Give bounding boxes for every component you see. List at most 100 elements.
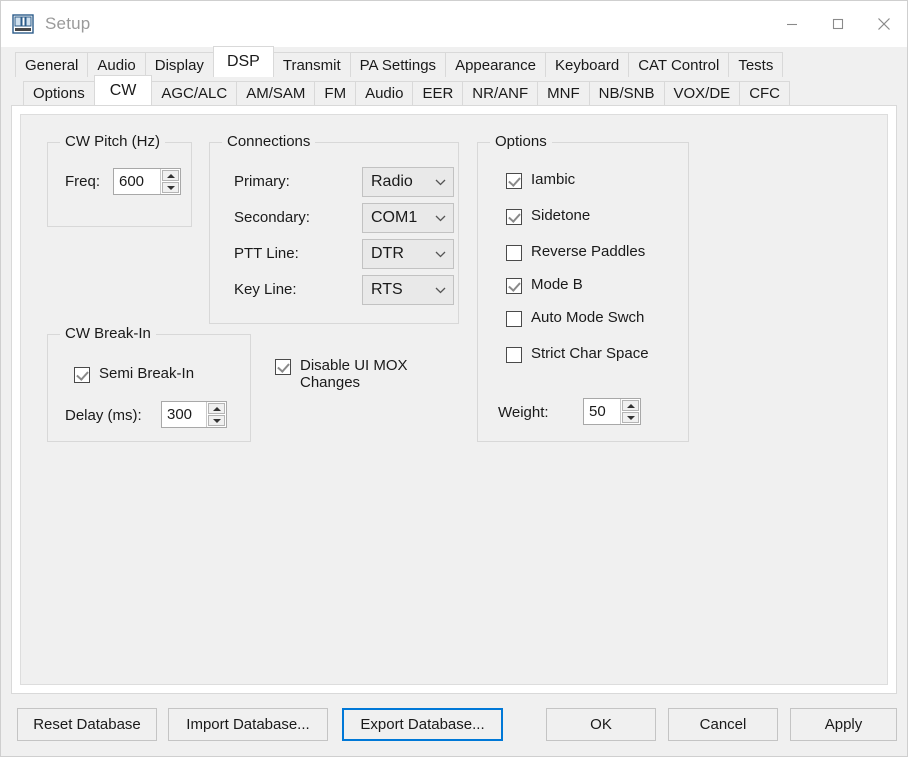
secondary-value: COM1 xyxy=(371,209,418,226)
weight-arrows xyxy=(620,399,640,424)
close-icon[interactable] xyxy=(861,1,907,47)
tab-options[interactable]: Options xyxy=(23,81,95,105)
chevron-down-icon xyxy=(433,215,447,222)
checkbox-strict-char-space-label: Strict Char Space xyxy=(531,345,649,362)
secondary-label: Secondary: xyxy=(234,209,310,226)
tab-audio[interactable]: Audio xyxy=(87,52,146,77)
cw-pitch-group-label: CW Pitch (Hz) xyxy=(60,133,165,150)
title-bar: Setup xyxy=(1,1,907,47)
tab-cw[interactable]: CW xyxy=(93,75,153,105)
connections-group: Connections Primary: Radio Secondary: CO… xyxy=(209,133,459,324)
tab-cat-control[interactable]: CAT Control xyxy=(628,52,730,77)
options-group: Options Iambic Sidetone Reverse Paddles … xyxy=(477,133,689,442)
checkbox-sidetone-box[interactable] xyxy=(506,209,522,225)
spinner-up-icon[interactable] xyxy=(622,400,639,411)
import-database-button[interactable]: Import Database... xyxy=(168,708,328,741)
weight-stepper[interactable]: 50 xyxy=(583,398,641,425)
checkbox-disable-ui-mox[interactable]: Disable UI MOX Changes xyxy=(275,357,408,391)
options-group-label: Options xyxy=(490,133,552,150)
checkbox-auto-mode-swch-box[interactable] xyxy=(506,311,522,327)
setup-dialog-window: Setup General Audio Display DSP Transmit… xyxy=(0,0,908,757)
tab-dsp[interactable]: DSP xyxy=(212,46,274,77)
tab-mnf[interactable]: MNF xyxy=(537,81,590,105)
apply-button[interactable]: Apply xyxy=(790,708,897,741)
checkbox-auto-mode-swch-label: Auto Mode Swch xyxy=(531,309,645,326)
key-line-select[interactable]: RTS xyxy=(362,275,454,305)
maximize-icon[interactable] xyxy=(815,1,861,47)
checkbox-semi-breakin[interactable]: Semi Break-In xyxy=(74,365,194,383)
tab-am-sam[interactable]: AM/SAM xyxy=(236,81,316,105)
checkbox-disable-ui-mox-box[interactable] xyxy=(275,359,291,375)
primary-value: Radio xyxy=(371,173,413,190)
weight-label: Weight: xyxy=(498,404,549,421)
tab-agc-alc[interactable]: AGC/ALC xyxy=(151,81,238,105)
cancel-button[interactable]: Cancel xyxy=(668,708,778,741)
ok-button[interactable]: OK xyxy=(546,708,656,741)
spinner-down-icon[interactable] xyxy=(162,182,179,193)
checkbox-sidetone[interactable]: Sidetone xyxy=(506,207,590,225)
checkbox-reverse-paddles[interactable]: Reverse Paddles xyxy=(506,243,645,261)
weight-value[interactable]: 50 xyxy=(584,399,620,424)
checkbox-iambic[interactable]: Iambic xyxy=(506,171,575,189)
checkbox-iambic-label: Iambic xyxy=(531,171,576,188)
delay-label: Delay (ms): xyxy=(65,407,142,424)
checkbox-strict-char-space[interactable]: Strict Char Space xyxy=(506,345,649,363)
tab-display[interactable]: Display xyxy=(144,52,214,77)
primary-tab-row: General Audio Display DSP Transmit PA Se… xyxy=(11,46,897,77)
cw-settings-panel: CW Pitch (Hz) Freq: 600 Connections Prim… xyxy=(20,114,888,685)
checkbox-auto-mode-swch[interactable]: Auto Mode Swch xyxy=(506,309,644,327)
tab-general[interactable]: General xyxy=(15,52,89,77)
dialog-button-bar: Reset Database Import Database... Export… xyxy=(1,694,907,756)
tab-tests[interactable]: Tests xyxy=(728,52,784,77)
secondary-tab-row: Options CW AGC/ALC AM/SAM FM Audio EER N… xyxy=(11,75,897,105)
chevron-down-icon xyxy=(433,179,447,186)
breakin-delay-value[interactable]: 300 xyxy=(162,402,206,427)
tab-pa-settings[interactable]: PA Settings xyxy=(349,52,447,77)
cw-pitch-freq-stepper[interactable]: 600 xyxy=(113,168,181,195)
checkbox-reverse-paddles-box[interactable] xyxy=(506,245,522,261)
checkbox-semi-breakin-box[interactable] xyxy=(74,367,90,383)
spinner-down-icon[interactable] xyxy=(208,415,225,426)
reset-database-button[interactable]: Reset Database xyxy=(17,708,157,741)
connections-group-label: Connections xyxy=(222,133,316,150)
tab-vox-de[interactable]: VOX/DE xyxy=(663,81,741,105)
export-database-button[interactable]: Export Database... xyxy=(342,708,503,741)
breakin-delay-stepper[interactable]: 300 xyxy=(161,401,227,428)
secondary-select[interactable]: COM1 xyxy=(362,203,454,233)
freq-label: Freq: xyxy=(65,173,101,190)
tab-keyboard[interactable]: Keyboard xyxy=(544,52,630,77)
ptt-line-label: PTT Line: xyxy=(234,245,299,262)
tab-transmit[interactable]: Transmit xyxy=(272,52,351,77)
chevron-down-icon xyxy=(433,251,447,258)
tab-eer[interactable]: EER xyxy=(412,81,464,105)
spinner-down-icon[interactable] xyxy=(622,412,639,423)
spinner-up-icon[interactable] xyxy=(162,170,179,181)
checkbox-semi-breakin-label: Semi Break-In xyxy=(99,365,195,382)
spinner-up-icon[interactable] xyxy=(208,403,225,414)
cw-pitch-freq-value[interactable]: 600 xyxy=(114,169,160,194)
ptt-line-select[interactable]: DTR xyxy=(362,239,454,269)
checkbox-mode-b[interactable]: Mode B xyxy=(506,276,583,294)
breakin-delay-arrows xyxy=(206,402,226,427)
checkbox-mode-b-box[interactable] xyxy=(506,278,522,294)
key-line-value: RTS xyxy=(371,281,403,298)
cw-breakin-group: CW Break-In Semi Break-In Delay (ms): 30… xyxy=(47,325,251,442)
primary-select[interactable]: Radio xyxy=(362,167,454,197)
tab-fm[interactable]: FM xyxy=(314,81,357,105)
checkbox-strict-char-space-box[interactable] xyxy=(506,347,522,363)
primary-label: Primary: xyxy=(234,173,290,190)
tab-appearance[interactable]: Appearance xyxy=(445,52,546,77)
tab-cfc[interactable]: CFC xyxy=(739,81,791,105)
key-line-label: Key Line: xyxy=(234,281,297,298)
tab-nr-anf[interactable]: NR/ANF xyxy=(462,81,539,105)
checkbox-sidetone-label: Sidetone xyxy=(531,207,591,224)
cw-pitch-group: CW Pitch (Hz) Freq: 600 xyxy=(47,133,192,227)
tab-audio-dsp[interactable]: Audio xyxy=(355,81,414,105)
radio-panel-icon xyxy=(11,12,35,36)
tab-strips: General Audio Display DSP Transmit PA Se… xyxy=(1,46,907,105)
checkbox-iambic-box[interactable] xyxy=(506,173,522,189)
window-title: Setup xyxy=(45,14,91,33)
tab-nb-snb[interactable]: NB/SNB xyxy=(588,81,665,105)
minimize-icon[interactable] xyxy=(769,1,815,47)
cw-pitch-freq-arrows xyxy=(160,169,180,194)
